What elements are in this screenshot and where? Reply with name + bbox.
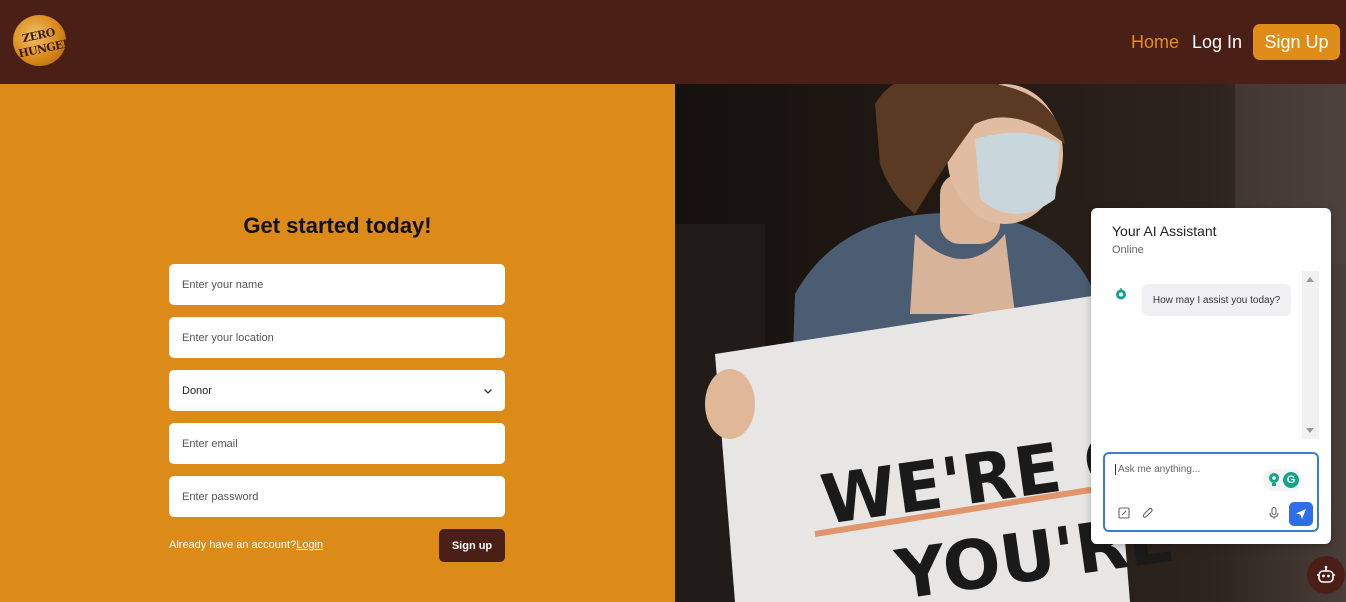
nav-signup-button[interactable]: Sign Up	[1253, 24, 1340, 60]
send-button[interactable]	[1289, 502, 1313, 526]
send-icon	[1296, 509, 1306, 519]
ai-chat-widget: Your AI Assistant Online How may I assis…	[1091, 208, 1331, 544]
signup-submit-button[interactable]: Sign up	[439, 529, 505, 562]
nav-login-link[interactable]: Log In	[1192, 32, 1242, 53]
bot-message-bubble: How may I assist you today?	[1142, 284, 1291, 316]
name-field[interactable]	[169, 264, 505, 305]
chat-status: Online	[1112, 244, 1144, 256]
scroll-down-arrow[interactable]	[1306, 428, 1314, 433]
grammarly-icon: G	[1283, 472, 1299, 488]
chat-scrollbar[interactable]	[1302, 271, 1319, 439]
writing-extension-icons[interactable]: G	[1263, 469, 1303, 491]
chat-title: Your AI Assistant	[1112, 223, 1217, 239]
email-field[interactable]	[169, 423, 505, 464]
chat-input[interactable]	[1115, 464, 1255, 475]
bot-avatar-icon	[1116, 288, 1126, 300]
navbar: ZERO HUNGER Home Log In Sign Up	[0, 0, 1346, 84]
role-select[interactable]: Donor	[169, 370, 505, 411]
zero-hunger-logo[interactable]: ZERO HUNGER	[13, 15, 66, 66]
lightbulb-icon	[1269, 473, 1279, 486]
scroll-up-arrow[interactable]	[1306, 277, 1314, 282]
password-field[interactable]	[169, 476, 505, 517]
expand-icon[interactable]	[1117, 506, 1131, 520]
microphone-icon[interactable]	[1267, 506, 1281, 520]
chat-input-box: G	[1103, 452, 1319, 532]
nav-home-link[interactable]: Home	[1131, 32, 1179, 53]
role-select-value: Donor	[182, 384, 212, 397]
login-prompt-text: Already have an account?	[169, 539, 297, 551]
login-link[interactable]: Login	[296, 539, 323, 551]
location-field[interactable]	[169, 317, 505, 358]
chevron-down-icon	[484, 388, 492, 394]
chat-launcher-button[interactable]	[1307, 556, 1345, 594]
attachment-icon[interactable]	[1141, 506, 1155, 520]
login-prompt: Already have an account?Login	[169, 539, 323, 551]
form-title: Get started today!	[243, 213, 432, 238]
robot-icon	[1317, 565, 1335, 583]
